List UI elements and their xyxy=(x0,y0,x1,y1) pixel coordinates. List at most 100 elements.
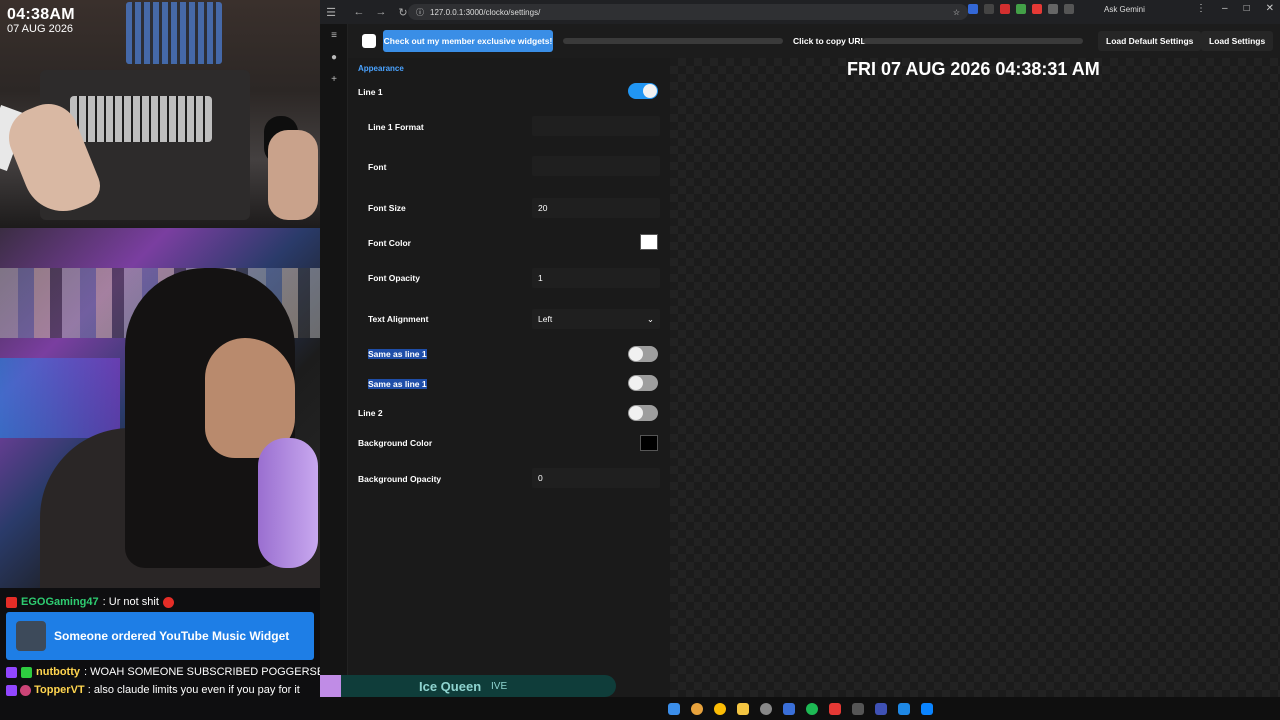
same-as-line1-label: Same as line 1 xyxy=(368,379,427,389)
chat-text: : Ur not shit xyxy=(102,596,159,608)
puzzle-icon[interactable] xyxy=(1064,4,1074,14)
ask-gemini-button[interactable]: Ask Gemini xyxy=(1104,5,1145,14)
member-widgets-button[interactable]: Check out my member exclusive widgets! xyxy=(383,30,553,52)
text-alignment-value: Left xyxy=(538,314,553,324)
add-icon[interactable]: + xyxy=(320,68,348,90)
now-playing-widget: Ice Queen IVE xyxy=(320,675,616,697)
keyboard xyxy=(70,96,212,142)
chat-user: EGOGaming47 xyxy=(21,596,99,608)
text-alignment-label: Text Alignment xyxy=(368,314,429,324)
close-icon[interactable]: ✕ xyxy=(1266,3,1274,14)
chat-message: TopperVT : also claude limits you even i… xyxy=(6,684,318,697)
extension-icon[interactable] xyxy=(1032,4,1042,14)
background-opacity-label: Background Opacity xyxy=(358,474,442,484)
extension-icon[interactable] xyxy=(1016,4,1026,14)
font-label: Font xyxy=(368,162,387,172)
microphone xyxy=(258,438,318,568)
app-icon[interactable] xyxy=(782,702,795,715)
shield-icon[interactable] xyxy=(968,4,978,14)
app-icon[interactable] xyxy=(851,702,864,715)
face-camera xyxy=(0,228,320,588)
settings-icon[interactable] xyxy=(759,702,772,715)
line1-label: Line 1 xyxy=(358,87,383,97)
font-input[interactable] xyxy=(532,156,660,176)
widget-thumbnail xyxy=(16,621,46,651)
chat-user: nutbotty xyxy=(36,666,80,678)
avatar xyxy=(20,684,32,696)
chat-text: : WOAH SOMEONE SUBSCRIBED POGGERSE xyxy=(83,666,320,678)
font-opacity-input[interactable]: 1 xyxy=(532,268,660,288)
record-icon[interactable]: ● xyxy=(320,46,348,68)
background-opacity-input[interactable]: 0 xyxy=(532,468,660,488)
font-color-swatch[interactable] xyxy=(640,234,658,250)
clock-preview: FRI 07 AUG 2026 04:38:31 AM xyxy=(670,58,1280,697)
copy-url-button[interactable]: Click to copy URL xyxy=(793,36,866,46)
alert-banner: Someone ordered YouTube Music Widget xyxy=(6,612,314,660)
stream-overlay: 04:38AM 07 AUG 2026 EGOGaming47 : Ur not… xyxy=(0,0,320,720)
album-art xyxy=(320,675,341,697)
track-title: Ice Queen xyxy=(419,679,482,694)
app-icon[interactable] xyxy=(874,702,887,715)
load-settings-button[interactable]: Load Settings xyxy=(1201,31,1274,51)
window-controls: ⋮ – □ ✕ xyxy=(1196,3,1274,14)
chat-user: TopperVT xyxy=(34,684,85,696)
same-as-line1-label: Same as line 1 xyxy=(368,349,427,359)
preview-clock-text: FRI 07 AUG 2026 04:38:31 AM xyxy=(847,59,1100,79)
same-as-line1-toggle[interactable] xyxy=(628,375,658,391)
blurred-url xyxy=(563,38,783,44)
stream-clock-date: 07 AUG 2026 xyxy=(7,23,74,35)
app-logo xyxy=(362,34,376,48)
sidebar-toggle-icon[interactable]: ☰ xyxy=(320,1,342,23)
app-icon[interactable] xyxy=(897,702,910,715)
spotify-icon[interactable] xyxy=(805,702,818,715)
maximize-icon[interactable]: □ xyxy=(1244,3,1250,14)
minimize-icon[interactable]: – xyxy=(1222,3,1228,14)
macro-keyboard xyxy=(126,2,222,64)
desk-camera: 04:38AM 07 AUG 2026 xyxy=(0,0,320,228)
app-icon[interactable] xyxy=(828,702,841,715)
windows-start-icon[interactable] xyxy=(667,702,680,715)
alert-text: Someone ordered YouTube Music Widget xyxy=(54,629,290,643)
chat-message: nutbotty : WOAH SOMEONE SUBSCRIBED POGGE… xyxy=(6,666,320,678)
folder-icon[interactable] xyxy=(736,702,749,715)
youtube-icon xyxy=(6,596,17,608)
text-alignment-select[interactable]: Left ⌄ xyxy=(532,309,660,329)
line1-toggle[interactable] xyxy=(628,83,658,99)
twitch-icon xyxy=(6,684,17,696)
reading-list-icon[interactable]: ≡ xyxy=(320,24,348,46)
twitch-icon xyxy=(6,666,17,678)
check-icon xyxy=(21,666,32,678)
extension-icon[interactable] xyxy=(1000,4,1010,14)
font-size-label: Font Size xyxy=(368,203,406,213)
line2-toggle[interactable] xyxy=(628,405,658,421)
extension-icon[interactable] xyxy=(984,4,994,14)
line1-format-input[interactable] xyxy=(532,116,660,136)
plus-icon xyxy=(162,596,174,608)
vscode-icon[interactable] xyxy=(920,702,933,715)
url-text: 127.0.0.1:3000/clocko/settings/ xyxy=(430,7,541,17)
forward-icon[interactable]: → xyxy=(370,1,392,23)
stream-clock-time: 04:38AM xyxy=(7,6,75,23)
browser-icon[interactable] xyxy=(690,702,703,715)
chrome-icon[interactable] xyxy=(713,702,726,715)
background-color-swatch[interactable] xyxy=(640,435,658,451)
back-icon[interactable]: ← xyxy=(348,1,370,23)
font-size-input[interactable]: 20 xyxy=(532,198,660,218)
hand-right xyxy=(268,130,318,220)
background-color-label: Background Color xyxy=(358,438,433,448)
load-default-settings-button[interactable]: Load Default Settings xyxy=(1098,31,1202,51)
chat-text: : also claude limits you even if you pay… xyxy=(87,684,300,696)
taskbar xyxy=(320,697,1280,720)
chat-message: EGOGaming47 : Ur not shit xyxy=(6,596,174,608)
shelf-lights xyxy=(0,358,120,438)
font-color-label: Font Color xyxy=(368,238,411,248)
same-as-line1-toggle[interactable] xyxy=(628,346,658,362)
site-info-icon[interactable]: ⓘ xyxy=(416,7,424,18)
line2-label: Line 2 xyxy=(358,408,383,418)
extension-icon[interactable] xyxy=(1048,4,1058,14)
menu-icon[interactable]: ⋮ xyxy=(1196,3,1206,14)
bookmark-star-icon[interactable]: ☆ xyxy=(953,8,960,17)
settings-panel: Appearance Line 1 Line 1 Format Font Fon… xyxy=(348,58,670,697)
address-bar[interactable]: ⓘ 127.0.0.1:3000/clocko/settings/ ☆ xyxy=(408,4,968,20)
side-panel: ≡ ● + xyxy=(320,24,348,697)
